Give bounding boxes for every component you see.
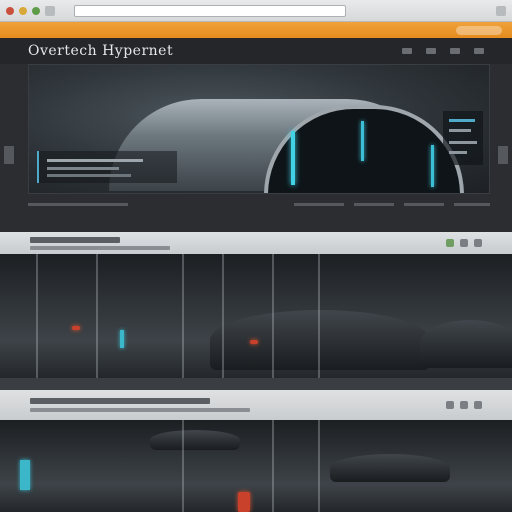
caption-line xyxy=(47,167,119,170)
footer-line xyxy=(28,203,128,206)
card-title[interactable] xyxy=(30,398,210,404)
card-photo[interactable] xyxy=(0,254,512,378)
comment-icon[interactable] xyxy=(446,401,454,409)
share-icon[interactable] xyxy=(460,401,468,409)
car-image xyxy=(210,310,430,370)
browser-toolbar xyxy=(0,0,512,22)
divider xyxy=(318,254,320,378)
share-icon[interactable] xyxy=(446,239,454,247)
hero-caption xyxy=(37,151,177,183)
footer-line xyxy=(454,203,490,206)
card-title-group xyxy=(30,236,170,250)
info-icon[interactable] xyxy=(449,129,471,132)
divider xyxy=(272,254,274,378)
divider xyxy=(96,254,98,378)
card-subtitle xyxy=(30,245,170,250)
card-header xyxy=(0,232,512,254)
divider xyxy=(182,254,184,378)
divider xyxy=(36,254,38,378)
side-line xyxy=(449,141,477,144)
hero-banner[interactable] xyxy=(28,64,490,194)
card-subtitle xyxy=(30,408,250,412)
back-icon[interactable] xyxy=(45,5,55,16)
tail-light xyxy=(238,492,250,512)
card-footer xyxy=(0,378,512,390)
caption-line xyxy=(47,159,143,162)
card-title[interactable] xyxy=(30,236,120,243)
more-icon[interactable] xyxy=(474,401,482,409)
maximize-icon[interactable] xyxy=(32,6,40,15)
light-strip xyxy=(361,121,364,161)
light-strip xyxy=(20,460,30,490)
divider xyxy=(272,420,274,512)
car-image xyxy=(420,320,512,368)
nav-item[interactable] xyxy=(402,48,412,54)
more-icon[interactable] xyxy=(474,239,482,247)
side-line xyxy=(449,151,467,154)
divider xyxy=(318,420,320,512)
minimize-icon[interactable] xyxy=(19,6,27,15)
car-image xyxy=(330,454,450,482)
nav-item[interactable] xyxy=(450,48,460,54)
address-bar[interactable] xyxy=(74,4,346,17)
menu-icon[interactable] xyxy=(496,5,506,16)
light-strip xyxy=(431,145,434,187)
footer-line xyxy=(354,203,394,206)
hero-side-panel xyxy=(443,111,483,165)
car-image xyxy=(150,430,240,450)
footer-line xyxy=(294,203,344,206)
light-strip xyxy=(120,330,124,348)
light-strip xyxy=(291,131,295,185)
site-header: Overtech Hypernet xyxy=(0,38,512,64)
hero-footer xyxy=(28,200,490,210)
card-header xyxy=(0,390,512,420)
card-photo[interactable] xyxy=(0,420,512,512)
search-pill[interactable] xyxy=(456,25,502,35)
site-title[interactable]: Overtech Hypernet xyxy=(28,43,173,59)
like-icon[interactable] xyxy=(460,239,468,247)
close-icon[interactable] xyxy=(6,6,14,15)
footer-line xyxy=(404,203,444,206)
play-icon[interactable] xyxy=(449,119,475,122)
next-arrow-icon[interactable] xyxy=(498,146,508,164)
tab-bar xyxy=(0,22,512,38)
nav-item[interactable] xyxy=(474,48,484,54)
divider xyxy=(222,254,224,378)
tail-light xyxy=(250,340,258,344)
tail-light xyxy=(72,326,80,330)
card-title-group xyxy=(30,398,250,412)
main-nav xyxy=(402,48,484,54)
divider xyxy=(182,420,184,512)
nav-item[interactable] xyxy=(426,48,436,54)
prev-arrow-icon[interactable] xyxy=(4,146,14,164)
caption-line xyxy=(47,174,131,177)
